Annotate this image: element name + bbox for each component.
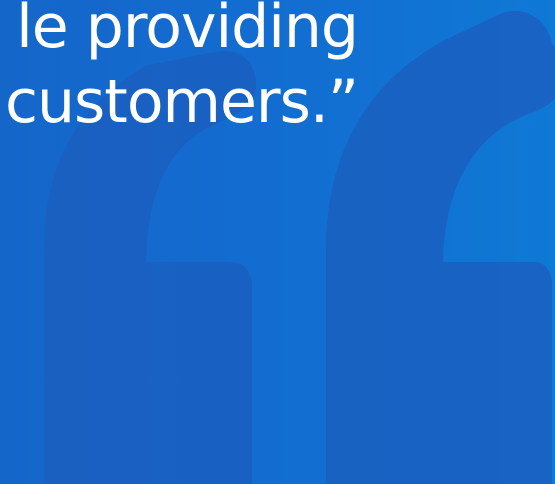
quote-mark-right-glyph (326, 10, 555, 484)
quote-line-2: customers.” (5, 67, 359, 137)
quote-line-1: le providing (16, 0, 359, 62)
testimonial-quote: le providing customers.” (5, 0, 359, 140)
